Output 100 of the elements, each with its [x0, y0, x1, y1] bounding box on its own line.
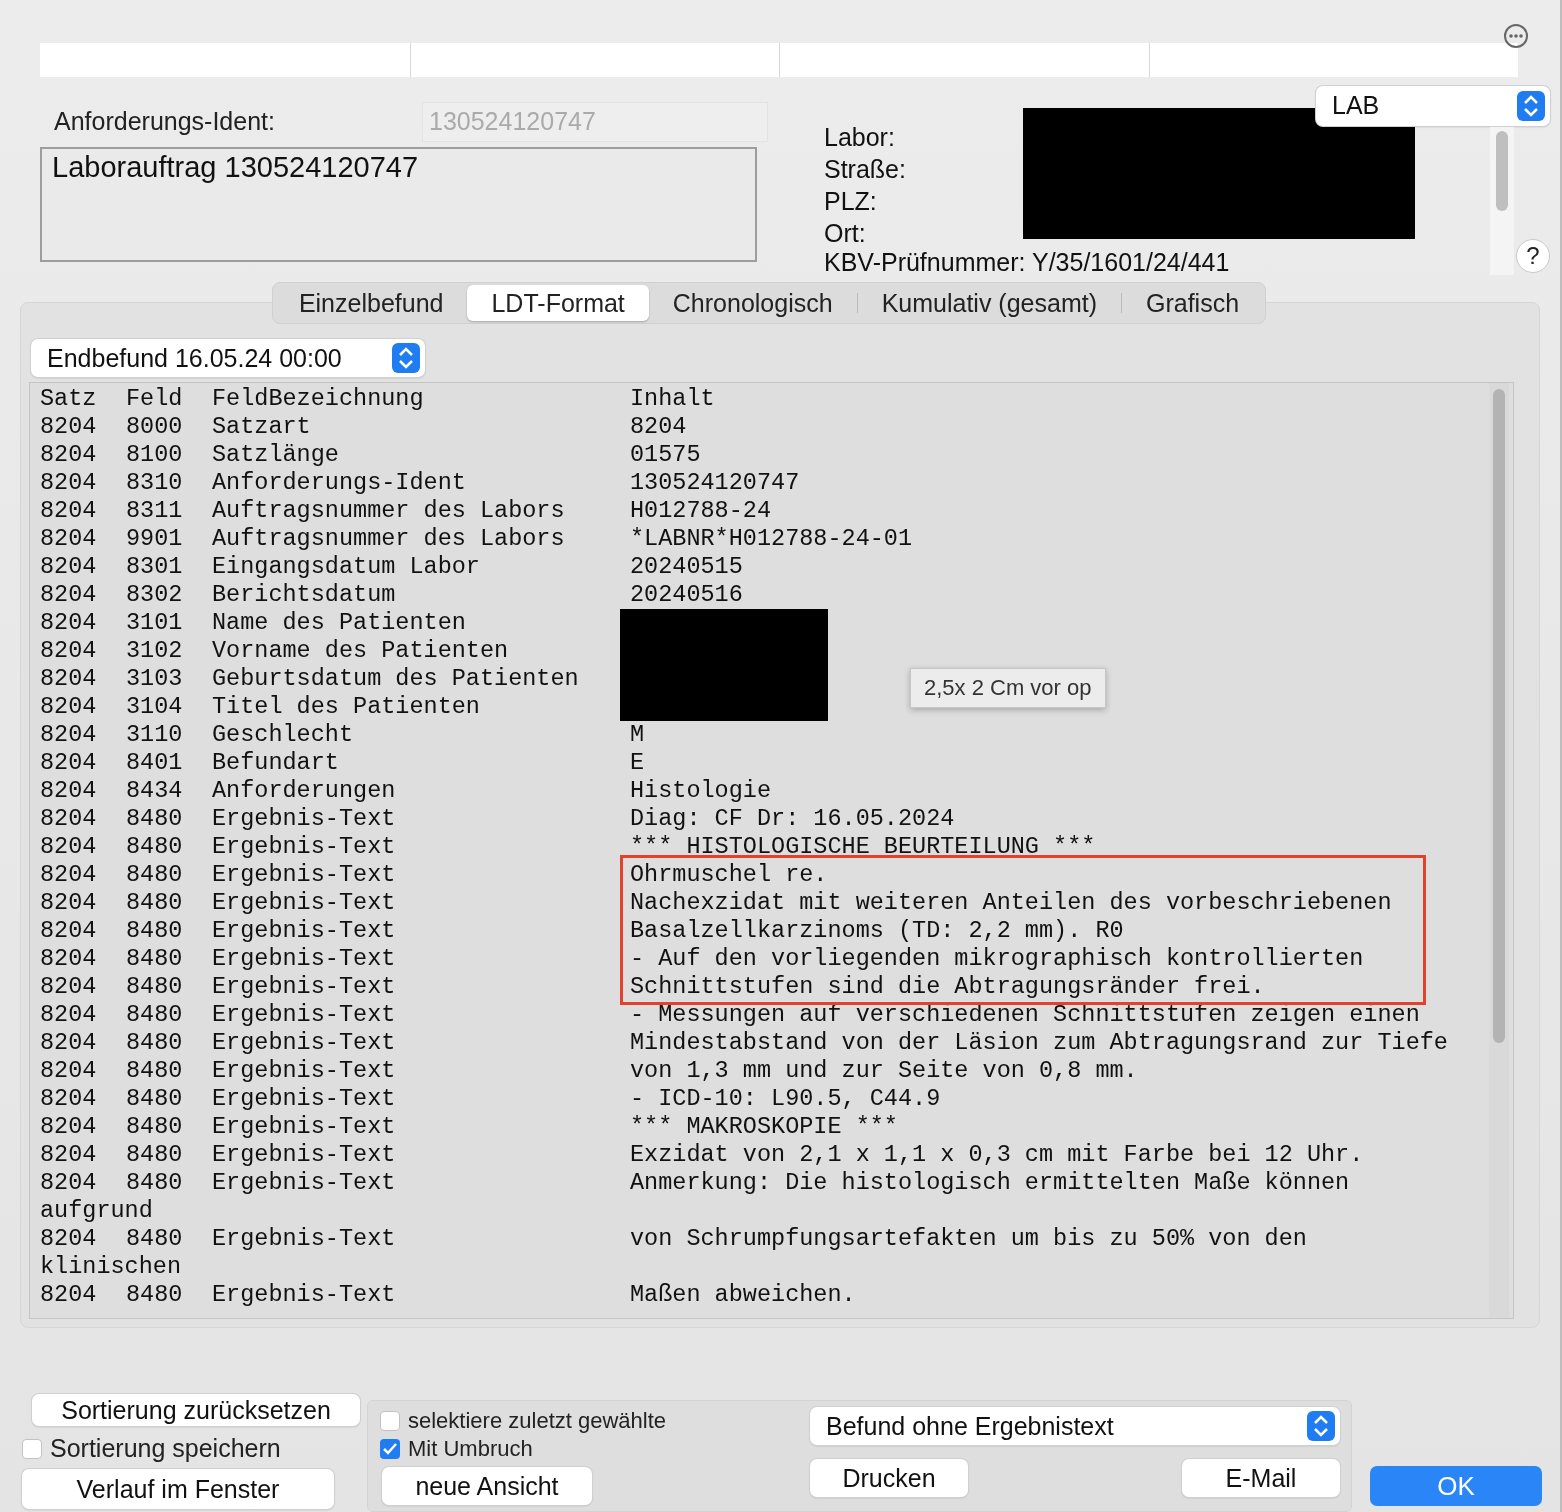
- table-cell-text: Ergebnis-Text: [212, 1113, 397, 1142]
- table-cell-text: 8204: [40, 693, 98, 722]
- table-cell-text: *** MAKROSKOPIE ***: [630, 1113, 899, 1142]
- table-cell-text: - Auf den vorliegenden mikrographisch kontrollierten: [630, 945, 1365, 974]
- table-cell-text: - ICD-10: L90.5, C44.9: [630, 1085, 942, 1114]
- table-cell-text: Ergebnis-Text: [212, 917, 397, 946]
- table-cell-text: 8480: [126, 861, 184, 890]
- table-cell-text: Ergebnis-Text: [212, 973, 397, 1002]
- table-cell-text: Vorname des Patienten: [212, 637, 510, 666]
- table-cell-text: Ergebnis-Text: [212, 1169, 397, 1198]
- table-cell-text: 8310: [126, 469, 184, 498]
- order-text-field[interactable]: Laborauftrag 130524120747: [40, 146, 757, 262]
- table-cell-text: 20240515: [630, 553, 744, 582]
- table-cell-text: Auftragsnummer des Labors: [212, 497, 566, 526]
- checkbox-label: Sortierung speichern: [50, 1434, 281, 1463]
- table-cell-text: Anforderungs-Ident: [212, 469, 467, 498]
- report-select[interactable]: Endbefund 16.05.24 00:00: [31, 339, 425, 378]
- table-cell-text: Ergebnis-Text: [212, 833, 397, 862]
- table-cell-text: 8204: [40, 973, 98, 1002]
- table-cell-text: Satzlänge: [212, 441, 340, 470]
- stepper-icon: [392, 343, 420, 374]
- table-cell-text: Ergebnis-Text: [212, 861, 397, 890]
- table-cell-text: Ergebnis-Text: [212, 1029, 397, 1058]
- stepper-icon: [1307, 1411, 1335, 1441]
- table-cell-text: Berichtsdatum: [212, 581, 397, 610]
- table-cell-text: 8204: [40, 721, 98, 750]
- table-cell-text: 8204: [40, 581, 98, 610]
- print-mode-select[interactable]: Befund ohne Ergebnistext: [810, 1407, 1340, 1445]
- table-cell-text: 8204: [40, 665, 98, 694]
- email-button[interactable]: E-Mail: [1182, 1459, 1340, 1497]
- scrollbar[interactable]: [1490, 126, 1514, 275]
- table-cell-text: 8204: [40, 945, 98, 974]
- table-cell-text: 8204: [40, 609, 98, 638]
- ok-button[interactable]: OK: [1370, 1466, 1542, 1506]
- table-cell-text: 8480: [126, 917, 184, 946]
- checkbox[interactable]: [22, 1438, 42, 1459]
- table-cell-text: 8204: [40, 805, 98, 834]
- table-cell-text: 8204: [40, 1057, 98, 1086]
- tab[interactable]: Chronologisch: [648, 285, 857, 322]
- table-cell-text: Titel des Patienten: [212, 693, 481, 722]
- table-cell-text: 3101: [126, 609, 184, 638]
- scrollbar[interactable]: [1489, 383, 1509, 1319]
- table-cell-text: Histologie: [630, 777, 773, 806]
- table-cell-text: Ergebnis-Text: [212, 805, 397, 834]
- lab-select[interactable]: LAB: [1316, 85, 1550, 126]
- table-cell-text: 8204: [40, 497, 98, 526]
- table-cell-text: 8480: [126, 1057, 184, 1086]
- lab-info-label: PLZ:: [824, 185, 878, 217]
- help-button[interactable]: ?: [1516, 238, 1550, 273]
- checkbox[interactable]: [380, 1411, 400, 1431]
- table-cell-text: *LABNR*H012788-24-01: [630, 525, 914, 554]
- table-cell-text: 8480: [126, 1169, 184, 1198]
- table-cell-text: Geburtsdatum des Patienten: [212, 665, 580, 694]
- more-icon[interactable]: [1503, 23, 1529, 49]
- table-cell-text: 8480: [126, 1141, 184, 1170]
- table-cell-text: 9901: [126, 525, 184, 554]
- table-cell-text: 8204: [40, 833, 98, 862]
- new-view-button[interactable]: neue Ansicht: [382, 1467, 592, 1505]
- table-cell-text: 8480: [126, 833, 184, 862]
- table-cell-text: 3102: [126, 637, 184, 666]
- table-cell-text: 8480: [126, 805, 184, 834]
- table-cell-text: 8204: [40, 469, 98, 498]
- column-header: Satz: [40, 385, 98, 414]
- table-cell-text: H012788-24: [630, 497, 773, 526]
- table-cell-text: Befundart: [212, 749, 340, 778]
- checkbox-label: selektiere zuletzt gewählte: [408, 1408, 667, 1434]
- print-button[interactable]: Drucken: [810, 1459, 968, 1497]
- column-header: Feld: [126, 385, 184, 414]
- column-header: Inhalt: [630, 385, 716, 414]
- table-cell-text: Nachexzidat mit weiteren Anteilen des vorbeschriebenen: [630, 889, 1393, 918]
- table-cell-text: 8480: [126, 1085, 184, 1114]
- table-cell-text: 8480: [126, 889, 184, 918]
- table-cell-text: 3103: [126, 665, 184, 694]
- table-cell-text: Anmerkung: Die histologisch ermittelten Maße können: [630, 1169, 1351, 1198]
- table-cell-text: 130524120747: [630, 469, 801, 498]
- tab[interactable]: Kumulativ (gesamt): [857, 285, 1121, 322]
- table-cell-text: 20240516: [630, 581, 744, 610]
- table-cell-text: 8480: [126, 1029, 184, 1058]
- table-cell-text: 8204: [40, 1029, 98, 1058]
- kbv-number-text: KBV-Prüfnummer: Y/35/1601/24/441: [824, 246, 1230, 278]
- table-cell-text: 8204: [40, 1169, 98, 1198]
- tab[interactable]: LDT-Format: [467, 285, 649, 322]
- tab[interactable]: Einzelbefund: [274, 285, 468, 322]
- table-cell-text: Ergebnis-Text: [212, 945, 397, 974]
- table-cell-text: von Schrumpfungsartefakten um bis zu 50% von den: [630, 1225, 1308, 1254]
- table-cell-text: Ergebnis-Text: [212, 1225, 397, 1254]
- table-cell-text: 8204: [40, 1113, 98, 1142]
- reset-sort-button[interactable]: Sortierung zurücksetzen: [32, 1394, 360, 1426]
- table-cell-text: Satzart: [212, 413, 312, 442]
- lab-info-label: Straße:: [824, 153, 907, 185]
- checkbox[interactable]: [380, 1439, 400, 1459]
- table-cell-text: 8204: [40, 1085, 98, 1114]
- table-cell-text: 8302: [126, 581, 184, 610]
- table-cell-text: Eingangsdatum Labor: [212, 553, 481, 582]
- table-cell-text: 3110: [126, 721, 184, 750]
- window-history-button[interactable]: Verlauf im Fenster: [22, 1469, 334, 1509]
- table-cell-text: 8311: [126, 497, 184, 526]
- table-cell-text: Ergebnis-Text: [212, 1057, 397, 1086]
- tab[interactable]: Grafisch: [1122, 285, 1264, 322]
- table-cell-text: E: [630, 749, 646, 778]
